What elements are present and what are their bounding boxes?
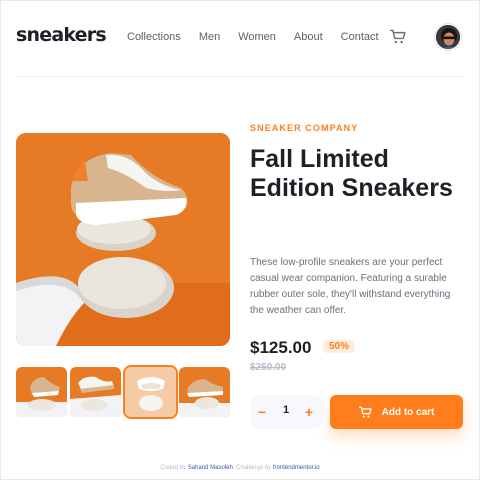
product-description: These low-profile sneakers are your perf…: [250, 257, 451, 316]
header: sneakers Collections Men Women About Con…: [0, 0, 480, 76]
footer-author-link[interactable]: Sahand Masoleh: [188, 465, 233, 471]
nav-about[interactable]: About: [294, 30, 323, 44]
discount-badge: 50%: [323, 340, 356, 353]
footer-attribution: Coded by Sahand Masoleh. Challenge by fr…: [0, 465, 480, 471]
current-price: $125.00: [250, 338, 312, 357]
footer-site-link[interactable]: frontendmentor.io: [273, 465, 320, 471]
thumbnail-strip: [16, 365, 230, 419]
product-main-image[interactable]: [16, 133, 230, 346]
thumbnail-3[interactable]: [123, 365, 178, 419]
header-divider: [16, 76, 464, 77]
company-label: SNEAKER COMPANY: [250, 123, 359, 133]
product-title: Fall Limited Edition Sneakers: [250, 145, 453, 202]
nav-women[interactable]: Women: [238, 30, 276, 44]
footer-coded-by: Coded by: [160, 465, 187, 471]
nav-men[interactable]: Men: [199, 30, 220, 44]
quantity-stepper: − 1 +: [251, 395, 322, 429]
thumbnail-2[interactable]: [70, 367, 121, 417]
nav-collections[interactable]: Collections: [127, 30, 181, 44]
quantity-value: 1: [282, 404, 290, 416]
main-nav: Collections Men Women About Contact: [127, 30, 397, 44]
thumbnail-1[interactable]: [16, 367, 67, 417]
minus-icon[interactable]: −: [255, 403, 269, 421]
nav-contact[interactable]: Contact: [341, 30, 379, 44]
thumbnail-4[interactable]: [179, 367, 230, 417]
footer-challenge-by: . Challenge by: [232, 465, 272, 471]
add-to-cart-button[interactable]: Add to cart: [330, 395, 463, 429]
cart-icon: [358, 406, 372, 419]
add-to-cart-label: Add to cart: [381, 406, 435, 418]
plus-icon[interactable]: +: [302, 403, 316, 421]
logo[interactable]: sneakers: [16, 24, 107, 46]
cart-icon[interactable]: [390, 29, 406, 45]
original-price: $250.00: [250, 362, 287, 373]
avatar[interactable]: [435, 24, 461, 50]
